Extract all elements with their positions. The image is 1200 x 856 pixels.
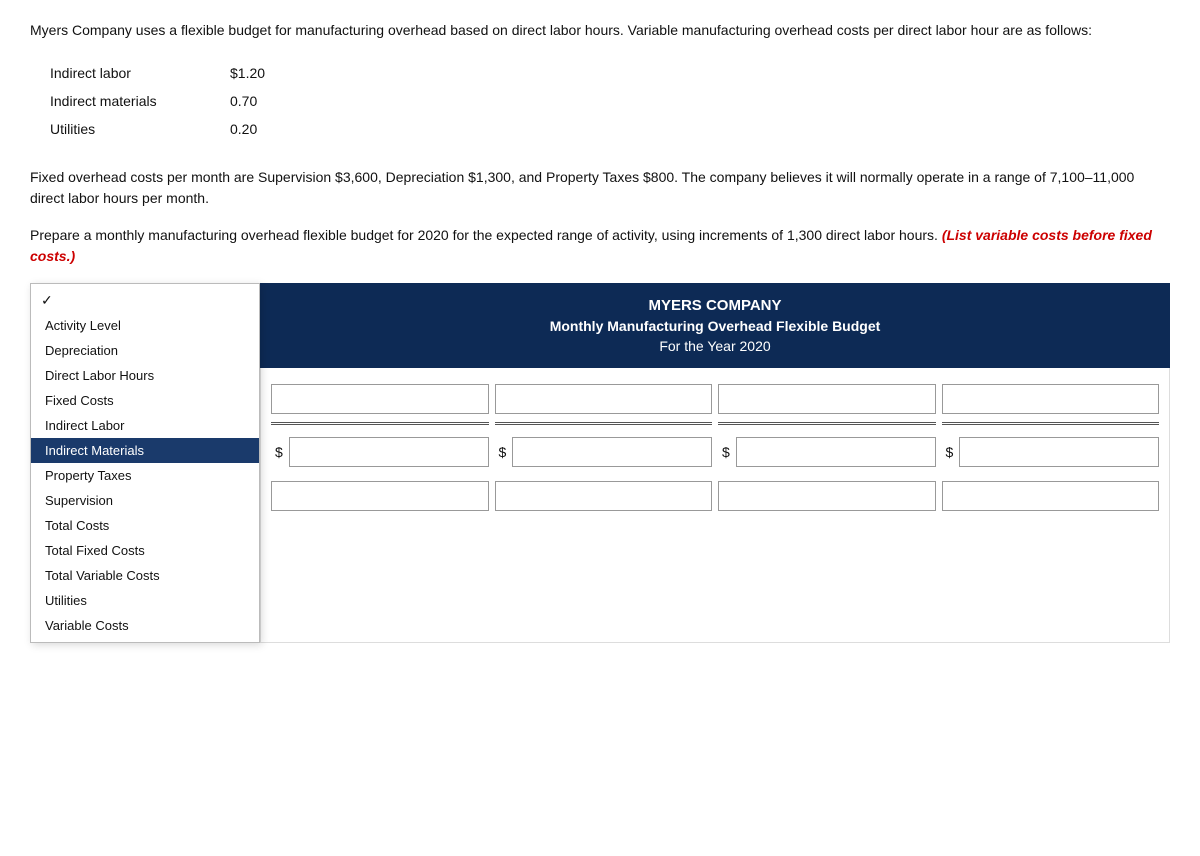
dropdown-item-fixed-costs[interactable]: Fixed Costs <box>31 388 259 413</box>
dropdown-item-indirect-labor[interactable]: Indirect Labor <box>31 413 259 438</box>
input-cell-2 <box>495 384 713 414</box>
bottom-input-field-4[interactable] <box>942 481 1160 511</box>
bottom-input-field-3[interactable] <box>718 481 936 511</box>
input-cell-1 <box>271 384 489 414</box>
variable-cost-row-3: Utilities 0.20 <box>50 121 1170 137</box>
sep-cell-3 <box>718 422 936 425</box>
input-cell-3 <box>718 384 936 414</box>
dropdown-item-depreciation[interactable]: Depreciation <box>31 338 259 363</box>
report-period: For the Year 2020 <box>270 338 1160 354</box>
intro-paragraph-1: Myers Company uses a flexible budget for… <box>30 20 1170 41</box>
bottom-cell-2 <box>495 481 713 511</box>
dropdown-item-total-variable-costs[interactable]: Total Variable Costs <box>31 563 259 588</box>
input-field-3[interactable] <box>718 384 936 414</box>
report-title: Monthly Manufacturing Overhead Flexible … <box>270 318 1160 334</box>
input-field-1[interactable] <box>271 384 489 414</box>
utilities-value: 0.20 <box>230 121 257 137</box>
dollar-input-field-2[interactable] <box>512 437 712 467</box>
sep-cell-2 <box>495 422 713 425</box>
variable-costs-table: Indirect labor $1.20 Indirect materials … <box>50 65 1170 137</box>
table-area: MYERS COMPANY Monthly Manufacturing Over… <box>260 283 1170 643</box>
dropdown-item-total-fixed-costs[interactable]: Total Fixed Costs <box>31 538 259 563</box>
bottom-input-row <box>261 473 1169 517</box>
bottom-input-field-2[interactable] <box>495 481 713 511</box>
dropdown-item-indirect-materials[interactable]: Indirect Materials <box>31 438 259 463</box>
dollar-cell-2: $ <box>495 437 713 467</box>
table-body: $ $ $ $ <box>260 368 1170 643</box>
input-row-1 <box>261 378 1169 420</box>
dollar-cell-3: $ <box>718 437 936 467</box>
bottom-cell-3 <box>718 481 936 511</box>
company-name: MYERS COMPANY <box>270 297 1160 314</box>
bottom-cell-4 <box>942 481 1160 511</box>
indirect-materials-label: Indirect materials <box>50 93 230 109</box>
prepare-text-start: Prepare a monthly manufacturing overhead… <box>30 227 942 243</box>
bottom-section: ✓ Activity Level Depreciation Direct Lab… <box>30 283 1170 643</box>
separator-row-1 <box>261 420 1169 427</box>
page-content: Myers Company uses a flexible budget for… <box>0 0 1200 643</box>
dollar-sign-1: $ <box>271 444 287 460</box>
sep-cell-4 <box>942 422 1160 425</box>
dollar-cell-1: $ <box>271 437 489 467</box>
fixed-overhead-paragraph: Fixed overhead costs per month are Super… <box>30 167 1170 209</box>
variable-cost-row-1: Indirect labor $1.20 <box>50 65 1170 81</box>
dropdown-checkmark: ✓ <box>31 288 259 313</box>
variable-cost-row-2: Indirect materials 0.70 <box>50 93 1170 109</box>
dropdown-item-activity-level[interactable]: Activity Level <box>31 313 259 338</box>
dollar-input-field-1[interactable] <box>289 437 489 467</box>
dropdown-item-variable-costs[interactable]: Variable Costs <box>31 613 259 638</box>
dropdown-panel: ✓ Activity Level Depreciation Direct Lab… <box>30 283 260 643</box>
table-header: MYERS COMPANY Monthly Manufacturing Over… <box>260 283 1170 368</box>
input-field-4[interactable] <box>942 384 1160 414</box>
dropdown-item-supervision[interactable]: Supervision <box>31 488 259 513</box>
indirect-labor-label: Indirect labor <box>50 65 230 81</box>
dollar-sign-3: $ <box>718 444 734 460</box>
utilities-label: Utilities <box>50 121 230 137</box>
indirect-labor-value: $1.20 <box>230 65 265 81</box>
dollar-cell-4: $ <box>942 437 1160 467</box>
dropdown-item-direct-labor-hours[interactable]: Direct Labor Hours <box>31 363 259 388</box>
input-cell-4 <box>942 384 1160 414</box>
sep-cell-1 <box>271 422 489 425</box>
dollar-sign-2: $ <box>495 444 511 460</box>
dropdown-item-property-taxes[interactable]: Property Taxes <box>31 463 259 488</box>
dollar-input-field-3[interactable] <box>736 437 936 467</box>
bottom-input-field-1[interactable] <box>271 481 489 511</box>
prepare-paragraph: Prepare a monthly manufacturing overhead… <box>30 225 1170 267</box>
bottom-cell-1 <box>271 481 489 511</box>
dollar-input-field-4[interactable] <box>959 437 1159 467</box>
dropdown-item-total-costs[interactable]: Total Costs <box>31 513 259 538</box>
dollar-input-row: $ $ $ $ <box>261 427 1169 473</box>
dropdown-item-utilities[interactable]: Utilities <box>31 588 259 613</box>
input-field-2[interactable] <box>495 384 713 414</box>
dollar-sign-4: $ <box>942 444 958 460</box>
indirect-materials-value: 0.70 <box>230 93 257 109</box>
